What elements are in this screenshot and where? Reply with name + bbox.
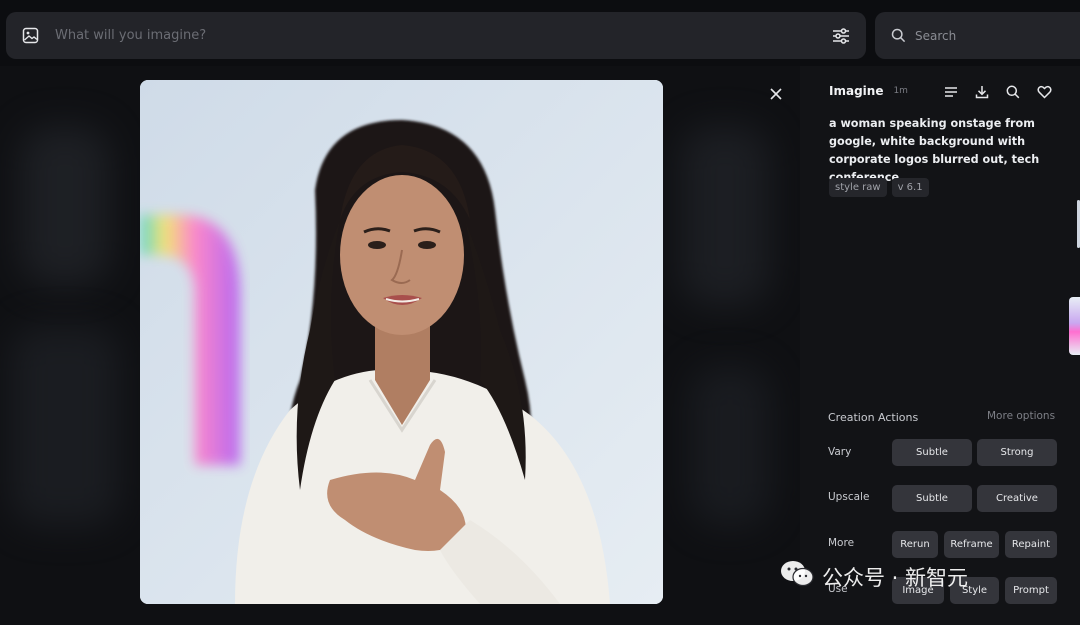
upscale-subtle-button[interactable]: Subtle — [892, 485, 972, 512]
prompt-input[interactable] — [55, 28, 830, 43]
backdrop-blob — [20, 126, 110, 286]
watermark-text: 公众号 · 新智元 — [822, 565, 969, 590]
use-prompt-button[interactable]: Prompt — [1005, 577, 1057, 604]
prompt-text: a woman speaking onstage from google, wh… — [829, 117, 1040, 184]
tag-style-raw: style raw — [829, 178, 887, 197]
generated-image-picture — [140, 80, 663, 604]
edge-thumbnail[interactable] — [1069, 297, 1080, 355]
vary-subtle-button[interactable]: Subtle — [892, 439, 972, 466]
image-icon[interactable] — [21, 27, 39, 45]
search-input[interactable] — [915, 28, 1075, 43]
search-bar — [875, 12, 1080, 59]
vary-strong-button[interactable]: Strong — [977, 439, 1057, 466]
search-icon — [891, 28, 907, 44]
upscale-creative-button[interactable]: Creative — [977, 485, 1057, 512]
reframe-button[interactable]: Reframe — [944, 531, 999, 558]
detail-panel: Imagine 1m a woman speaking onstage from… — [805, 66, 1080, 625]
creation-actions-title: Creation Actions — [828, 411, 919, 424]
close-icon[interactable] — [766, 84, 786, 104]
prompt-bar — [6, 12, 866, 59]
row-label-upscale: Upscale — [828, 491, 870, 503]
search-icon[interactable] — [1004, 83, 1022, 101]
repaint-button[interactable]: Repaint — [1005, 531, 1057, 558]
rerun-button[interactable]: Rerun — [892, 531, 938, 558]
panel-header: Imagine 1m — [829, 84, 908, 98]
sliders-icon[interactable] — [830, 25, 852, 47]
panel-timestamp: 1m — [893, 86, 908, 96]
row-label-vary: Vary — [828, 446, 852, 458]
download-icon[interactable] — [973, 83, 991, 101]
backdrop-blob — [680, 126, 770, 306]
backdrop-blob — [690, 366, 770, 526]
generated-image[interactable] — [140, 80, 663, 604]
parameter-tags: style raw v 6.1 — [829, 178, 929, 197]
watermark: 公众号 · 新智元 — [780, 560, 968, 593]
row-label-more: More — [828, 537, 855, 549]
panel-actions — [942, 83, 1053, 101]
panel-title[interactable]: Imagine — [829, 84, 883, 98]
list-icon[interactable] — [942, 83, 960, 101]
wechat-icon — [780, 560, 814, 593]
backdrop-blob — [10, 326, 120, 526]
heart-icon[interactable] — [1035, 83, 1053, 101]
tag-version: v 6.1 — [891, 178, 929, 197]
more-options-link[interactable]: More options — [987, 410, 1055, 422]
